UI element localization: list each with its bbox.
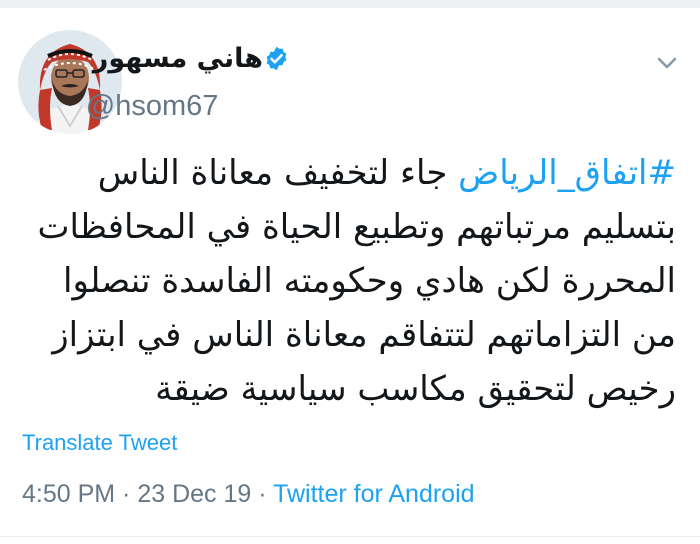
tweet-hashtag-link[interactable]: #اتفاق_الرياض (458, 153, 676, 193)
tweet-text: #اتفاق_الرياض جاء لتخفيف معاناة الناس بت… (26, 146, 677, 416)
tweet-date[interactable]: 23 Dec 19 (137, 480, 251, 508)
tweet-header: هاني مسهور @hsom67 (0, 8, 700, 138)
meta-separator: · (251, 480, 274, 508)
meta-separator: · (115, 480, 138, 508)
tweet-time[interactable]: 4:50 PM (22, 480, 115, 508)
more-options-chevron-down-icon[interactable] (653, 52, 681, 74)
author-name-row: هاني مسهور (86, 38, 290, 78)
tweet-meta: 4:50 PM · 23 Dec 19 · Twitter for Androi… (22, 480, 475, 509)
author-handle[interactable]: @hsom67 (86, 90, 290, 123)
author-info: هاني مسهور @hsom67 (86, 38, 290, 123)
translate-tweet-link[interactable]: Translate Tweet (22, 430, 177, 456)
top-divider (0, 0, 700, 8)
verified-badge-icon (263, 45, 290, 72)
tweet-source-link[interactable]: Twitter for Android (273, 480, 474, 508)
bottom-divider (0, 536, 700, 537)
author-display-name[interactable]: هاني مسهور (93, 43, 263, 74)
